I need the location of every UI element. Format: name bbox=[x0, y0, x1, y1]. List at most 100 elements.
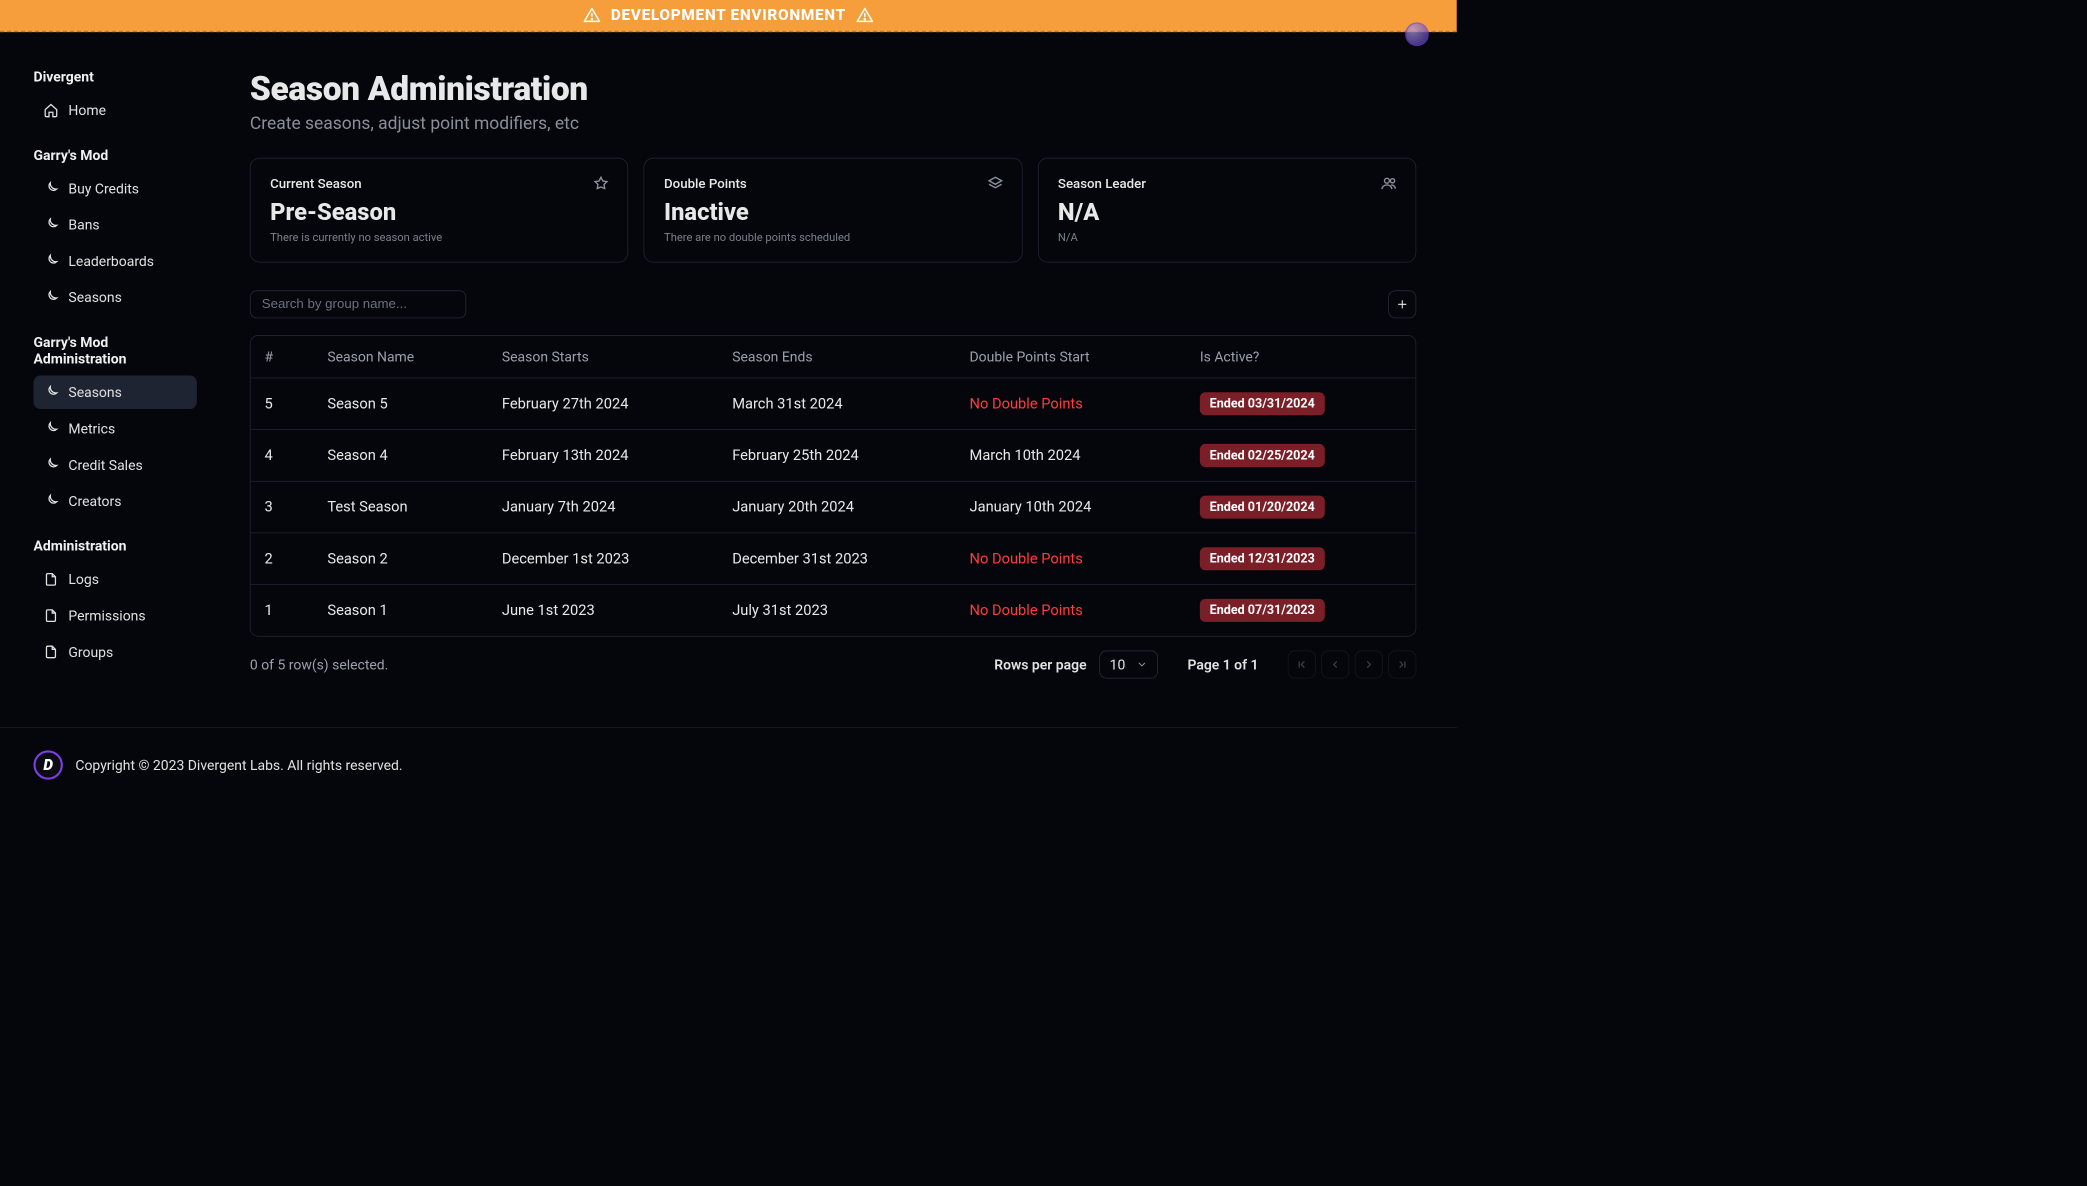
page-prev-button[interactable] bbox=[1321, 651, 1349, 679]
column-header[interactable]: Double Points Start bbox=[956, 348, 1186, 365]
cell-num: 3 bbox=[251, 499, 314, 516]
card-hint: There is currently no season active bbox=[270, 230, 608, 243]
page-last-button[interactable] bbox=[1388, 651, 1416, 679]
column-header[interactable]: Season Name bbox=[313, 348, 488, 365]
table-row[interactable]: 3Test SeasonJanuary 7th 2024January 20th… bbox=[251, 482, 1416, 534]
table-row[interactable]: 1Season 1June 1st 2023July 31st 2023No D… bbox=[251, 585, 1416, 636]
sidebar-item-groups[interactable]: Groups bbox=[34, 635, 197, 669]
sidebar-item-label: Home bbox=[68, 102, 106, 119]
sidebar-item-seasons[interactable]: Seasons bbox=[34, 281, 197, 315]
seasons-table: #Season NameSeason StartsSeason EndsDoub… bbox=[250, 335, 1416, 637]
footer-text: Copyright © 2023 Divergent Labs. All rig… bbox=[75, 757, 402, 774]
sidebar-item-label: Buy Credits bbox=[68, 180, 139, 197]
warning-icon bbox=[583, 6, 601, 24]
sidebar-item-leaderboards[interactable]: Leaderboards bbox=[34, 244, 197, 278]
card-label: Season Leader bbox=[1058, 175, 1396, 191]
footer: D Copyright © 2023 Divergent Labs. All r… bbox=[0, 727, 1457, 802]
moon-icon bbox=[43, 181, 58, 196]
env-banner-text: DEVELOPMENT ENVIRONMENT bbox=[611, 7, 846, 24]
page-next-button[interactable] bbox=[1355, 651, 1383, 679]
sidebar-item-metrics[interactable]: Metrics bbox=[34, 412, 197, 446]
rows-per-page-label: Rows per page bbox=[994, 656, 1086, 673]
moon-icon bbox=[43, 421, 58, 436]
card-label: Current Season bbox=[270, 175, 608, 191]
page-title: Season Administration bbox=[250, 68, 1416, 108]
add-button[interactable] bbox=[1388, 290, 1416, 318]
column-header[interactable]: # bbox=[251, 348, 314, 365]
avatar[interactable] bbox=[1405, 22, 1429, 46]
sidebar-item-permissions[interactable]: Permissions bbox=[34, 599, 197, 633]
sidebar-item-buy-credits[interactable]: Buy Credits bbox=[34, 172, 197, 206]
sidebar-section-divergent: Divergent bbox=[34, 68, 197, 85]
cell-name: Season 5 bbox=[313, 395, 488, 412]
main: Season Administration Create seasons, ad… bbox=[216, 45, 1456, 679]
cell-num: 2 bbox=[251, 550, 314, 567]
plus-icon bbox=[1396, 298, 1409, 311]
sidebar: DivergentHomeGarry's ModBuy CreditsBansL… bbox=[0, 45, 216, 679]
column-header[interactable]: Is Active? bbox=[1186, 348, 1416, 365]
card-value: Pre-Season bbox=[270, 198, 608, 226]
sidebar-item-label: Credit Sales bbox=[68, 456, 142, 473]
cell-double-points: No Double Points bbox=[956, 602, 1186, 619]
stat-card-1: Double PointsInactiveThere are no double… bbox=[644, 158, 1023, 263]
rows-per-page-select[interactable]: 10 bbox=[1099, 651, 1158, 679]
sidebar-item-creators[interactable]: Creators bbox=[34, 484, 197, 518]
rows-per-page-value: 10 bbox=[1110, 656, 1126, 673]
sidebar-section-administration: Administration bbox=[34, 537, 197, 554]
status-badge: Ended 12/31/2023 bbox=[1200, 547, 1325, 570]
cell-starts: February 27th 2024 bbox=[488, 395, 718, 412]
cell-num: 5 bbox=[251, 395, 314, 412]
sidebar-item-label: Leaderboards bbox=[68, 253, 154, 270]
moon-icon bbox=[43, 385, 58, 400]
logo-icon: D bbox=[34, 750, 63, 779]
table-header: #Season NameSeason StartsSeason EndsDoub… bbox=[251, 336, 1416, 379]
table-toolbar bbox=[250, 290, 1416, 318]
cell-double-points: January 10th 2024 bbox=[956, 499, 1186, 516]
table-row[interactable]: 2Season 2December 1st 2023December 31st … bbox=[251, 533, 1416, 585]
card-hint: N/A bbox=[1058, 230, 1396, 243]
moon-icon bbox=[43, 290, 58, 305]
sidebar-item-label: Groups bbox=[68, 644, 113, 661]
cell-num: 4 bbox=[251, 447, 314, 464]
cell-ends: December 31st 2023 bbox=[718, 550, 955, 567]
topbar bbox=[0, 32, 1457, 45]
column-header[interactable]: Season Ends bbox=[718, 348, 955, 365]
cell-ends: January 20th 2024 bbox=[718, 499, 955, 516]
warning-icon bbox=[856, 6, 874, 24]
sidebar-section-garry-s-mod-administration: Garry's Mod Administration bbox=[34, 334, 197, 368]
sidebar-item-label: Logs bbox=[68, 571, 99, 588]
status-badge: Ended 03/31/2024 bbox=[1200, 392, 1325, 415]
sidebar-item-logs[interactable]: Logs bbox=[34, 563, 197, 597]
search-input[interactable] bbox=[250, 290, 466, 318]
status-badge: Ended 01/20/2024 bbox=[1200, 496, 1325, 519]
card-value: N/A bbox=[1058, 198, 1396, 226]
cell-starts: December 1st 2023 bbox=[488, 550, 718, 567]
cell-ends: July 31st 2023 bbox=[718, 602, 955, 619]
status-badge: Ended 02/25/2024 bbox=[1200, 444, 1325, 467]
cell-double-points: March 10th 2024 bbox=[956, 447, 1186, 464]
card-hint: There are no double points scheduled bbox=[664, 230, 1002, 243]
file-icon bbox=[43, 608, 58, 623]
sidebar-item-home[interactable]: Home bbox=[34, 94, 197, 128]
page-subtitle: Create seasons, adjust point modifiers, … bbox=[250, 114, 1416, 134]
cell-starts: February 13th 2024 bbox=[488, 447, 718, 464]
column-header[interactable]: Season Starts bbox=[488, 348, 718, 365]
pagination-row: 0 of 5 row(s) selected. Rows per page 10… bbox=[250, 651, 1416, 679]
star-icon bbox=[593, 175, 610, 192]
cell-active: Ended 01/20/2024 bbox=[1186, 496, 1416, 519]
file-icon bbox=[43, 644, 58, 659]
sidebar-item-credit-sales[interactable]: Credit Sales bbox=[34, 448, 197, 482]
selection-text: 0 of 5 row(s) selected. bbox=[250, 656, 388, 673]
table-row[interactable]: 4Season 4February 13th 2024February 25th… bbox=[251, 430, 1416, 482]
page-first-button[interactable] bbox=[1288, 651, 1316, 679]
file-icon bbox=[43, 572, 58, 587]
table-row[interactable]: 5Season 5February 27th 2024March 31st 20… bbox=[251, 378, 1416, 430]
chevron-down-icon bbox=[1136, 659, 1147, 670]
cell-starts: June 1st 2023 bbox=[488, 602, 718, 619]
stat-card-2: Season Leader N/A N/A bbox=[1038, 158, 1417, 263]
env-banner: DEVELOPMENT ENVIRONMENT bbox=[0, 0, 1457, 32]
cell-num: 1 bbox=[251, 602, 314, 619]
sidebar-item-bans[interactable]: Bans bbox=[34, 208, 197, 242]
sidebar-item-seasons-admin[interactable]: Seasons bbox=[34, 376, 197, 410]
cell-name: Season 2 bbox=[313, 550, 488, 567]
